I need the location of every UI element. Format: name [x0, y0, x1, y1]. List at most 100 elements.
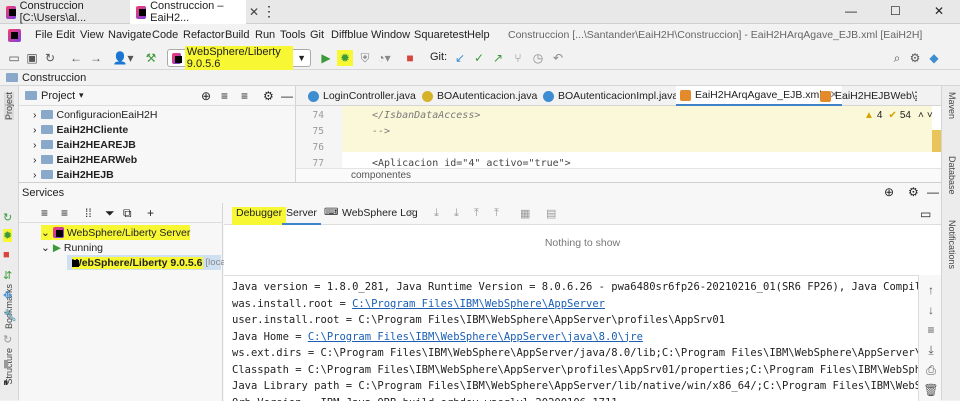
git-branches-icon[interactable]: ⑂ [510, 50, 526, 66]
tree-item-cliente[interactable]: › EaiH2HCliente [33, 122, 128, 137]
menu-file[interactable]: File [35, 29, 53, 41]
layout-settings-icon[interactable]: ▭ [920, 207, 931, 221]
profile-icon[interactable]: ◔▾ [376, 50, 392, 66]
tree-running-group[interactable]: ⌄ ▶ Running [41, 240, 103, 255]
notifications-tool-button[interactable]: Notifications [947, 220, 957, 269]
debug-icon[interactable]: ✹ [337, 50, 353, 66]
redeploy-icon[interactable]: ✥ [3, 289, 12, 302]
xml-breadcrumb-item[interactable]: componentes [351, 170, 411, 181]
chevron-right-icon[interactable]: › [33, 154, 37, 166]
tree-item-configuracion[interactable]: › ConfiguracionEaiH2H [33, 107, 157, 122]
inspection-widget[interactable]: ▲ 4 ✔ 54 ˄ ˅ [864, 110, 933, 121]
close-window-icon[interactable]: ✕ [934, 4, 944, 18]
code-line[interactable]: <Aplicacion id="4" activo="true"> [372, 158, 571, 168]
scroll-marker[interactable] [932, 130, 941, 152]
menu-run[interactable]: Run [255, 29, 275, 41]
editor-tab-login-controller[interactable]: LoginController.java [304, 86, 420, 106]
stop-icon[interactable]: ■ [402, 50, 418, 66]
add-icon[interactable]: + [147, 206, 154, 220]
list-icon[interactable]: ≡ [408, 207, 414, 219]
search-everywhere-icon[interactable]: ⌕ [889, 50, 905, 66]
menu-code[interactable]: Code [152, 29, 178, 41]
sync-icon[interactable]: ↻ [42, 50, 58, 66]
git-commit-icon[interactable]: ✓ [471, 50, 487, 66]
scroll-end-icon[interactable]: ▮ [3, 357, 9, 370]
chevron-right-icon[interactable]: › [33, 169, 37, 181]
git-push-icon[interactable]: ↗ [490, 50, 506, 66]
run-configuration-select[interactable]: WebSphere/Liberty 9.0.5.6 ▼ [167, 49, 311, 67]
gear-icon[interactable]: ⚙ [263, 89, 274, 103]
window-tab-1[interactable]: Construccion [C:\Users\al... [0, 0, 124, 24]
tree-item-earejb[interactable]: › EaiH2HEAREJB [33, 137, 136, 152]
close-icon[interactable]: ✕ [249, 5, 259, 19]
console-path-link[interactable]: C:\Program Files\IBM\WebSphere\AppServer [352, 298, 605, 310]
minimize-icon[interactable]: — [845, 4, 857, 18]
new-tab-icon[interactable]: ⧉ [123, 206, 132, 221]
menu-window[interactable]: Window [371, 29, 410, 41]
editor-tab-ejbweb[interactable]: EaiH2HEJBWeb\. [816, 86, 922, 106]
user-icon[interactable]: 👤▾ [112, 50, 134, 66]
menu-squaretest[interactable]: Squaretest [414, 29, 467, 41]
rerun-icon[interactable]: ↻ [3, 211, 12, 224]
menu-tools[interactable]: Tools [280, 29, 306, 41]
upload-all-icon[interactable]: ⤒ [494, 207, 499, 220]
chevron-right-icon[interactable]: › [33, 109, 37, 121]
save-icon[interactable]: ▣ [24, 50, 40, 66]
stop-icon[interactable]: ■ [3, 249, 10, 261]
coverage-icon[interactable]: ⛨ [357, 50, 373, 66]
code-line[interactable]: </IsbanDataAccess> [372, 110, 480, 121]
trash-icon[interactable]: 🗑 [923, 383, 939, 397]
menu-navigate[interactable]: Navigate [108, 29, 151, 41]
chevron-down-icon[interactable]: ˅ [927, 110, 933, 121]
expand-all-icon[interactable]: ≡ [221, 89, 228, 103]
chevron-right-icon[interactable]: › [33, 139, 37, 151]
tab-list-icon[interactable]: ⋮ [910, 89, 922, 103]
menu-build[interactable]: Build [225, 29, 249, 41]
maximize-icon[interactable]: ☐ [890, 4, 901, 18]
download-all-icon[interactable]: ⤓ [454, 207, 459, 220]
history-icon[interactable]: ◷ [530, 50, 546, 66]
forward-icon[interactable]: → [88, 50, 104, 66]
project-panel-title[interactable]: Project [41, 90, 75, 102]
breadcrumb-project[interactable]: Construccion [22, 72, 86, 84]
collapse-all-icon[interactable]: ≡ [61, 206, 68, 220]
menu-edit[interactable]: Edit [56, 29, 75, 41]
git-update-icon[interactable]: ↙ [452, 50, 468, 66]
code-line[interactable]: --> [372, 126, 390, 137]
chevron-down-icon[interactable]: ⌄ [41, 227, 50, 239]
upload-icon[interactable]: ⤒ [474, 207, 479, 220]
database-tool-button[interactable]: Database [947, 156, 957, 195]
soft-wrap-icon[interactable]: ≡ [923, 323, 939, 337]
chevron-down-icon[interactable]: ⌄ [41, 242, 50, 254]
back-icon[interactable]: ← [68, 50, 84, 66]
menu-view[interactable]: View [80, 29, 104, 41]
locate-icon[interactable]: ⊕ [201, 89, 211, 103]
hide-icon[interactable]: — [927, 185, 939, 199]
menu-refactor[interactable]: Refactor [183, 29, 225, 41]
scroll-to-end-icon[interactable]: ⤓ [923, 343, 939, 358]
wrench-icon[interactable]: 🔧 [3, 309, 17, 322]
tree-server-instance[interactable]: WebSphere/Liberty 9.0.5.6 [local] [67, 255, 221, 270]
settings-icon[interactable]: ⚙ [907, 50, 923, 66]
add-icon[interactable]: ⊕ [884, 185, 894, 199]
tab-server[interactable]: Server [282, 207, 321, 225]
filter-icon[interactable]: ⏷ [105, 206, 115, 221]
tree-item-ejb[interactable]: › EaiH2HEJB [33, 167, 114, 182]
tab-debugger[interactable]: Debugger [232, 207, 286, 225]
group-by-icon[interactable]: ⁞⁞ [85, 206, 92, 220]
run-icon[interactable]: ▶ [318, 50, 334, 66]
menu-git[interactable]: Git [310, 29, 324, 41]
pause-icon[interactable]: ⏸ [3, 377, 9, 390]
expand-all-icon[interactable]: ≡ [41, 206, 48, 220]
build-hammer-icon[interactable]: ⚒ [143, 50, 159, 66]
menu-diffblue[interactable]: Diffblue [331, 29, 368, 41]
editor-tab-boautenticacion-impl[interactable]: BOAutenticacionImpl.java [539, 86, 682, 106]
arrow-up-icon[interactable]: ↑ [923, 283, 939, 297]
debug-icon[interactable]: ✹ [3, 229, 12, 242]
window-tab-2[interactable]: Construccion – EaiH2... [130, 0, 246, 24]
console-path-link[interactable]: C:\Program Files\IBM\WebSphere\AppServer… [308, 331, 643, 343]
chevron-up-icon[interactable]: ˄ [918, 110, 924, 121]
download-icon[interactable]: ⤓ [434, 207, 439, 220]
arrow-down-icon[interactable]: ↓ [923, 303, 939, 317]
maven-tool-button[interactable]: Maven [947, 92, 957, 119]
